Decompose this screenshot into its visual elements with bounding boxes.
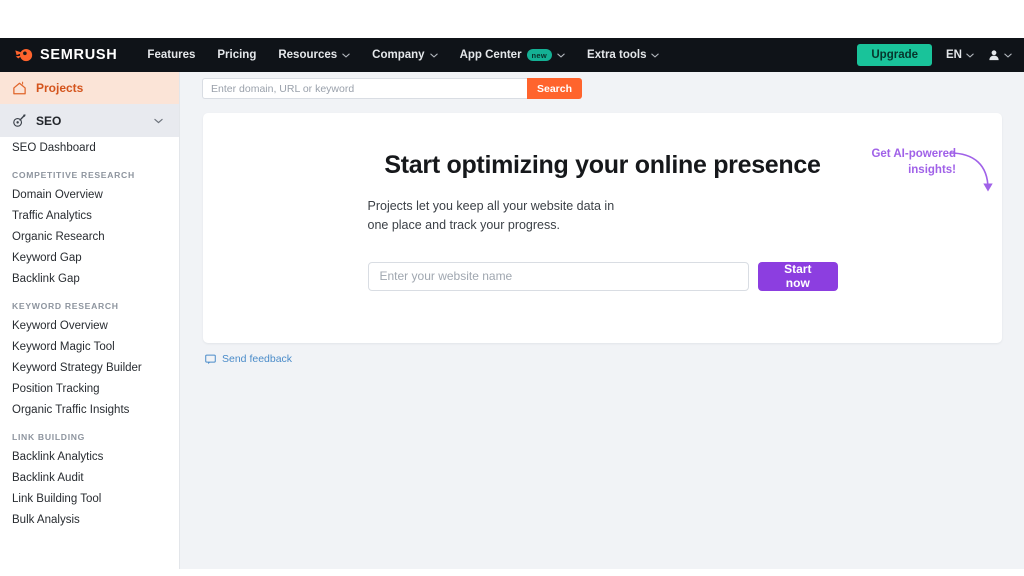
nav-item-label: Company xyxy=(372,49,425,61)
sidebar-item-seo[interactable]: SEO xyxy=(0,104,179,137)
sidebar-item-traffic-analytics[interactable]: Traffic Analytics xyxy=(0,205,179,226)
sidebar-item-label: Organic Traffic Insights xyxy=(12,403,130,416)
semrush-logo[interactable]: SEMRUSH xyxy=(14,46,117,65)
sidebar-item-label: Organic Research xyxy=(12,230,105,243)
page-title: Start optimizing your online presence xyxy=(384,151,821,179)
nav-item-features[interactable]: Features xyxy=(147,49,195,61)
global-navigation-bar: SEMRUSH Features Pricing Resources Compa… xyxy=(0,38,1024,72)
chevron-down-icon xyxy=(342,53,350,58)
account-menu[interactable] xyxy=(988,49,1012,61)
onboarding-card-inner: Start optimizing your online presence Pr… xyxy=(367,151,838,291)
website-name-input[interactable] xyxy=(367,261,750,291)
sidebar-item-label: SEO Dashboard xyxy=(12,141,96,154)
nav-item-label: App Center xyxy=(459,49,522,61)
nav-item-app-center[interactable]: App Center new xyxy=(460,49,565,61)
chevron-down-icon xyxy=(429,53,438,58)
sidebar-item-backlink-gap[interactable]: Backlink Gap xyxy=(0,268,179,289)
sidebar-item-label: Backlink Analytics xyxy=(12,450,104,463)
language-selector[interactable]: EN xyxy=(946,49,974,61)
sidebar-item-label: Keyword Magic Tool xyxy=(12,340,115,353)
main-content: Get AI-powered insights! Start optimizin… xyxy=(180,105,1024,365)
sidebar-item-label: Traffic Analytics xyxy=(12,209,92,222)
ai-promo-line-1: Get AI-powered xyxy=(871,148,956,160)
sidebar-item-label: Link Building Tool xyxy=(12,492,102,505)
semrush-comet-icon xyxy=(15,48,33,61)
speech-bubble-icon xyxy=(205,354,216,364)
sidebar-group-link-building: LINK BUILDING xyxy=(12,432,86,442)
upgrade-button[interactable]: Upgrade xyxy=(857,44,933,66)
global-nav-items: Features Pricing Resources Company App C… xyxy=(147,49,660,61)
nav-item-label: Resources xyxy=(278,49,338,61)
user-avatar-icon xyxy=(989,50,999,61)
chevron-down-icon xyxy=(154,118,163,123)
sidebar-item-label: Domain Overview xyxy=(12,188,103,201)
chevron-down-icon xyxy=(557,53,565,58)
language-label: EN xyxy=(946,49,962,61)
curved-arrow-down-icon xyxy=(949,152,993,192)
sidebar-item-label: Keyword Overview xyxy=(12,319,108,332)
sidebar-item-label: Backlink Gap xyxy=(12,272,80,285)
nav-item-label: Features xyxy=(147,49,196,61)
nav-item-company[interactable]: Company xyxy=(372,49,438,61)
sidebar-item-label: Bulk Analysis xyxy=(12,513,80,526)
new-badge: new xyxy=(526,49,553,61)
chevron-down-icon xyxy=(651,53,660,58)
sidebar-item-organic-research[interactable]: Organic Research xyxy=(0,226,179,247)
search-button[interactable]: Search xyxy=(527,78,583,99)
home-icon xyxy=(13,81,26,94)
sidebar-item-label: Keyword Gap xyxy=(12,251,82,264)
sidebar-item-label: SEO xyxy=(36,113,62,128)
sidebar-item-organic-traffic-insights[interactable]: Organic Traffic Insights xyxy=(0,399,179,420)
sidebar-item-label: Keyword Strategy Builder xyxy=(12,361,142,374)
global-nav-right: Upgrade EN xyxy=(857,38,1012,72)
main-area: Search Get AI-powered insights! Start op… xyxy=(180,72,1024,569)
send-feedback-link[interactable]: Send feedback xyxy=(203,353,1002,365)
sidebar-item-bulk-analysis[interactable]: Bulk Analysis xyxy=(0,509,179,530)
sidebar-item-keyword-magic-tool[interactable]: Keyword Magic Tool xyxy=(0,336,179,357)
sidebar-item-domain-overview[interactable]: Domain Overview xyxy=(0,184,179,205)
seo-rocket-icon xyxy=(13,114,26,127)
sidebar-group-keyword-research: KEYWORD RESEARCH xyxy=(12,301,119,311)
sidebar-item-label: Projects xyxy=(36,81,84,95)
start-now-button[interactable]: Start now xyxy=(758,261,838,291)
onboarding-card: Get AI-powered insights! Start optimizin… xyxy=(203,113,1002,343)
sidebar-item-projects[interactable]: Projects xyxy=(0,72,179,104)
sidebar-item-label: Backlink Audit xyxy=(12,471,84,484)
chevron-down-icon xyxy=(1004,53,1012,58)
sidebar-group-competitive-research: COMPETITIVE RESEARCH xyxy=(12,170,135,180)
nav-item-resources[interactable]: Resources xyxy=(278,49,350,61)
nav-item-extra-tools[interactable]: Extra tools xyxy=(587,49,660,61)
search-bar: Search xyxy=(180,72,1024,105)
website-form: Start now xyxy=(367,261,838,291)
app-body: Projects SEO SEO Dashboard COMPETITIVE R… xyxy=(0,72,1024,569)
sidebar-item-keyword-strategy-builder[interactable]: Keyword Strategy Builder xyxy=(0,357,179,378)
sidebar: Projects SEO SEO Dashboard COMPETITIVE R… xyxy=(0,72,180,569)
send-feedback-label: Send feedback xyxy=(222,353,293,365)
nav-item-pricing[interactable]: Pricing xyxy=(217,49,256,61)
browser-top-band xyxy=(0,0,1024,38)
chevron-down-icon xyxy=(966,53,974,58)
semrush-logo-text: SEMRUSH xyxy=(40,47,118,63)
sidebar-item-link-building-tool[interactable]: Link Building Tool xyxy=(0,488,179,509)
search-input[interactable] xyxy=(202,78,527,99)
nav-item-label: Pricing xyxy=(217,49,257,61)
sidebar-item-seo-dashboard[interactable]: SEO Dashboard xyxy=(0,137,179,158)
sidebar-item-keyword-gap[interactable]: Keyword Gap xyxy=(0,247,179,268)
sidebar-item-position-tracking[interactable]: Position Tracking xyxy=(0,378,179,399)
sidebar-item-label: Position Tracking xyxy=(12,382,100,395)
ai-promo-line-2: insights! xyxy=(908,163,956,176)
ai-promo-annotation: Get AI-powered insights! xyxy=(836,147,993,192)
sidebar-item-backlink-audit[interactable]: Backlink Audit xyxy=(0,467,179,488)
nav-item-label: Extra tools xyxy=(587,49,647,61)
sidebar-item-backlink-analytics[interactable]: Backlink Analytics xyxy=(0,446,179,467)
sidebar-item-keyword-overview[interactable]: Keyword Overview xyxy=(0,315,179,336)
page-subtitle: Projects let you keep all your website d… xyxy=(367,198,615,233)
